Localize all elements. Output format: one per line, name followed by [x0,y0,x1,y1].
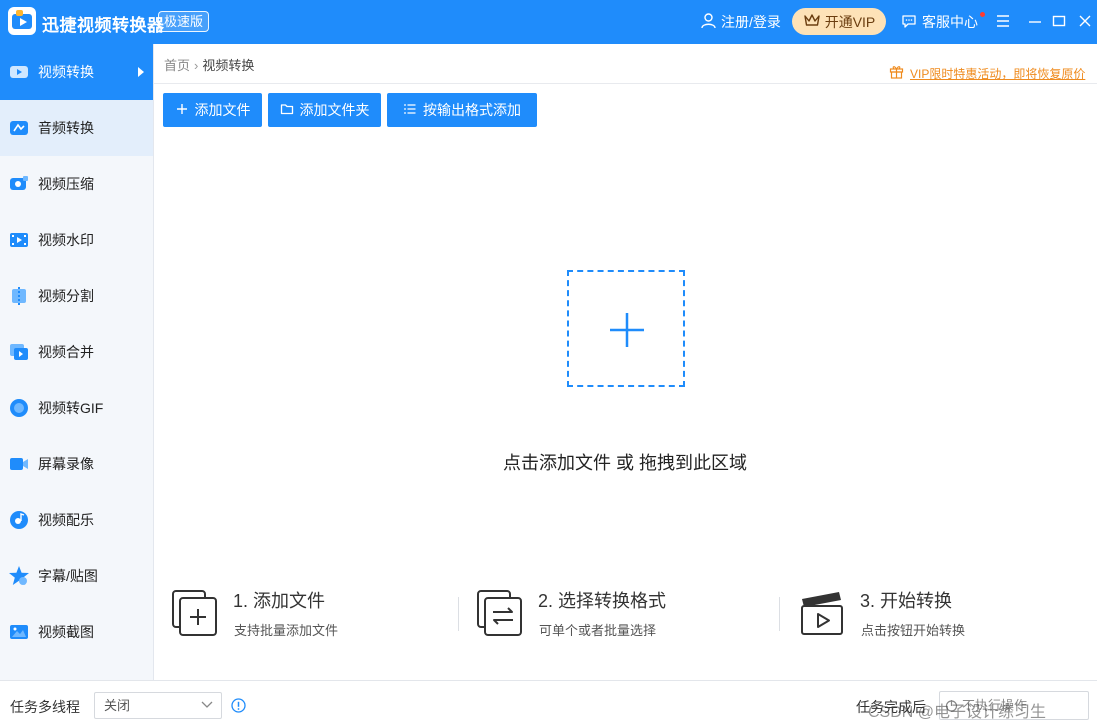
header-divider [154,83,1097,84]
chevron-right-icon [138,67,144,77]
step-desc: 点击按钮开始转换 [861,623,966,638]
multithread-select[interactable]: 关闭 [94,692,222,719]
video-merge-icon [8,341,30,363]
video-watermark-icon [8,229,30,251]
step-title: 1. 添加文件 [233,591,326,611]
breadcrumb: 首页 › 视频转换 [164,55,254,74]
sidebar-item-video-gif[interactable]: 视频转GIF [0,380,153,436]
sidebar-item-label: 视频水印 [38,232,94,248]
service-label: 客服中心 [922,14,978,30]
add-folder-label: 添加文件夹 [299,102,370,118]
vip-label: 开通VIP [824,13,876,30]
video-music-icon [8,509,30,531]
notification-dot [980,12,985,17]
gift-icon [889,64,904,82]
add-file-label: 添加文件 [194,102,251,118]
minimize-icon[interactable] [1026,12,1044,30]
close-icon[interactable] [1076,12,1094,30]
step-title: 3. 开始转换 [860,591,953,611]
video-screenshot-icon [8,621,30,643]
select-format-step-icon [477,587,527,637]
sidebar: 视频转换 音频转换 视频压缩 视频水印 视频分割 视频合并 视频转GIF 屏幕录… [0,44,154,680]
add-plus-icon [610,313,644,347]
maximize-icon[interactable] [1050,12,1068,30]
edition-badge: 极速版 [158,11,210,32]
chevron-down-icon [201,701,213,708]
sidebar-item-subtitle-sticker[interactable]: 字幕/贴图 [0,548,153,604]
breadcrumb-home[interactable]: 首页 [164,58,190,73]
plus-icon [175,102,189,119]
breadcrumb-current: 视频转换 [202,58,255,73]
title-bar: 迅捷视频转换器 极速版 注册/登录 开通VIP 客服中心 [0,0,1097,44]
chat-icon [901,13,917,32]
sidebar-item-label: 视频截图 [38,624,94,640]
list-icon [403,102,417,119]
sidebar-item-video-merge[interactable]: 视频合并 [0,324,153,380]
multithread-value: 关闭 [104,698,131,713]
breadcrumb-separator: › [194,58,199,73]
customer-service-button[interactable]: 客服中心 [901,12,978,32]
video-compress-icon [8,173,30,195]
vip-button[interactable]: 开通VIP [792,8,886,35]
step-title: 2. 选择转换格式 [538,591,667,611]
sidebar-item-video-split[interactable]: 视频分割 [0,268,153,324]
sidebar-item-label: 音频转换 [38,120,94,136]
sidebar-item-video-screenshot[interactable]: 视频截图 [0,604,153,660]
drop-zone[interactable] [567,270,685,387]
app-title: 迅捷视频转换器 [42,16,165,35]
step-desc: 可单个或者批量选择 [539,623,657,638]
screen-record-icon [8,453,30,475]
folder-icon [280,102,294,119]
sidebar-item-label: 字幕/贴图 [38,568,98,584]
multithread-label: 任务多线程 [10,699,80,715]
watermark: CSDN @电子设计练习生 [868,704,1047,721]
step-desc: 支持批量添加文件 [234,623,339,638]
subtitle-sticker-icon [8,565,30,587]
add-by-format-button[interactable]: 按输出格式添加 [387,93,537,127]
sidebar-item-video-music[interactable]: 视频配乐 [0,492,153,548]
sidebar-item-audio-convert[interactable]: 音频转换 [0,100,153,156]
clapperboard-icon [799,587,849,637]
app-logo-icon [8,7,36,35]
sidebar-item-label: 视频配乐 [38,512,94,528]
sidebar-item-label: 视频转GIF [38,400,104,416]
sidebar-item-screen-record[interactable]: 屏幕录像 [0,436,153,492]
video-split-icon [8,285,30,307]
sidebar-item-label: 视频压缩 [38,176,94,192]
video-convert-icon [8,61,30,83]
user-icon [700,12,717,32]
step-divider [779,597,780,631]
login-button[interactable]: 注册/登录 [700,12,781,32]
video-gif-icon [8,397,30,419]
audio-convert-icon [8,117,30,139]
info-icon[interactable] [231,698,246,713]
add-file-step-icon [172,587,222,637]
sidebar-item-label: 视频转换 [38,64,94,80]
add-by-format-label: 按输出格式添加 [423,102,521,118]
step-divider [458,597,459,631]
add-file-button[interactable]: 添加文件 [163,93,262,127]
sidebar-item-label: 视频分割 [38,288,94,304]
sidebar-item-label: 视频合并 [38,344,94,360]
sidebar-item-video-compress[interactable]: 视频压缩 [0,156,153,212]
drop-zone-hint: 点击添加文件 或 拖拽到此区域 [503,453,748,473]
sidebar-item-video-convert[interactable]: 视频转换 [0,44,153,100]
login-label: 注册/登录 [721,14,781,30]
sidebar-item-label: 屏幕录像 [38,456,94,472]
menu-icon[interactable] [994,12,1012,30]
sidebar-item-video-watermark[interactable]: 视频水印 [0,212,153,268]
promo-link[interactable]: VIP限时特惠活动，即将恢复原价 [889,64,1085,82]
crown-icon [803,12,821,31]
add-folder-button[interactable]: 添加文件夹 [268,93,381,127]
promo-label: VIP限时特惠活动，即将恢复原价 [910,66,1086,81]
